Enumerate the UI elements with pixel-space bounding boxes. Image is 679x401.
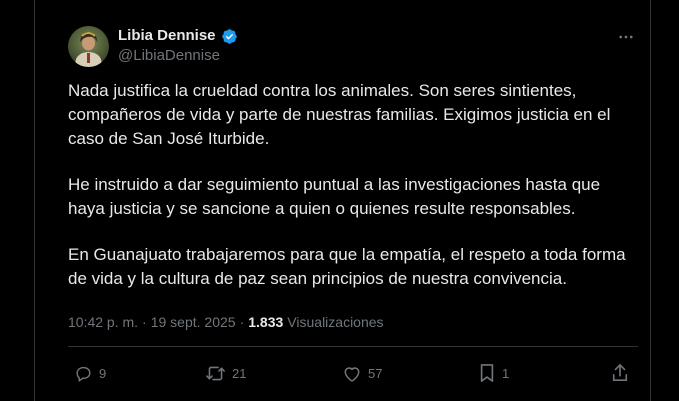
tweet-text: Nada justifica la crueldad contra los an… <box>68 79 638 291</box>
verified-badge-icon <box>221 28 238 45</box>
more-horizontal-icon[interactable] <box>616 27 636 47</box>
like-button[interactable]: 57 <box>342 360 382 386</box>
repost-count: 21 <box>232 365 247 381</box>
author-name-row: Libia Dennise <box>118 27 238 45</box>
share-button[interactable] <box>611 360 629 386</box>
author-handle[interactable]: @LibiaDennise <box>118 47 220 65</box>
divider <box>68 346 638 347</box>
reply-count: 9 <box>99 365 107 381</box>
column-border-left <box>34 0 35 401</box>
meta-separator: · <box>239 314 245 330</box>
share-icon <box>611 363 629 383</box>
bookmark-count: 1 <box>502 365 510 381</box>
heart-icon <box>342 364 362 383</box>
repost-icon <box>205 364 226 383</box>
reply-icon <box>74 364 93 383</box>
meta-separator: · <box>142 314 147 330</box>
column-border-right <box>650 0 651 401</box>
tweet-paragraph: Nada justifica la crueldad contra los an… <box>68 81 611 148</box>
tweet-time[interactable]: 10:42 p. m. <box>68 313 138 331</box>
views-count: 1.833 <box>248 314 284 330</box>
repost-button[interactable]: 21 <box>205 360 246 386</box>
tweet-paragraph: He instruido a dar seguimiento puntual a… <box>68 175 601 218</box>
tweet-metadata: 10:42 p. m. · 19 sept. 2025 · 1.833 Visu… <box>68 313 384 331</box>
tweet-date[interactable]: 19 sept. 2025 <box>151 313 236 331</box>
like-count: 57 <box>368 365 383 381</box>
tweet-actions-bar: 9 21 57 1 <box>68 360 638 386</box>
bookmark-icon <box>478 363 496 383</box>
reply-button[interactable]: 9 <box>74 360 106 386</box>
tweet-page: Libia Dennise @LibiaDennise Nada justifi… <box>0 0 679 401</box>
views-label: Visualizaciones <box>287 314 384 330</box>
avatar-image <box>68 26 109 67</box>
bookmark-button[interactable]: 1 <box>478 360 509 386</box>
avatar[interactable] <box>68 26 109 67</box>
tweet-paragraph: En Guanajuato trabajaremos para que la e… <box>68 245 626 288</box>
author-display-name[interactable]: Libia Dennise <box>118 27 216 45</box>
